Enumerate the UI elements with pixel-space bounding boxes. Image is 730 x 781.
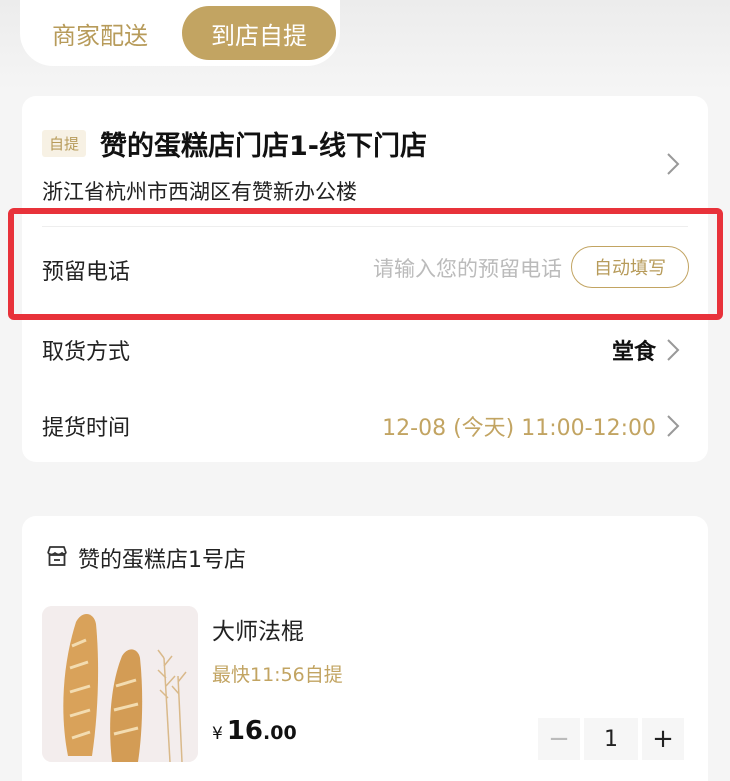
pickup-method-label: 取货方式 (42, 340, 131, 365)
pickup-time-label: 提货时间 (42, 416, 131, 441)
product-image[interactable] (42, 606, 198, 762)
reserved-phone-input[interactable] (322, 252, 562, 286)
delivery-mode-tabs: 商家配送 到店自提 (20, 0, 340, 66)
tab-merchant-delivery[interactable]: 商家配送 (20, 6, 180, 60)
pickup-tag: 自提 (42, 130, 87, 157)
autofill-button[interactable]: 自动填写 (571, 246, 689, 288)
pickup-time-value: 12-08 (今天) 11:00-12:00 (382, 416, 656, 441)
store-icon (46, 545, 68, 571)
shop-header: 赞的蛋糕店1号店 (46, 542, 246, 574)
pickup-time-row[interactable]: 提货时间 12-08 (今天) 11:00-12:00 (22, 394, 708, 454)
quantity-stepper: − 1 + (538, 718, 684, 760)
currency-symbol: ¥ (212, 724, 223, 744)
product-name: 大师法棍 (212, 619, 304, 645)
shop-name: 赞的蛋糕店1号店 (78, 548, 246, 573)
chevron-right-icon[interactable] (666, 338, 680, 366)
reserved-phone-label: 预留电话 (42, 260, 131, 285)
chevron-right-icon[interactable] (666, 152, 680, 180)
store-name: 赞的蛋糕店门店1-线下门店 (100, 131, 428, 162)
store-header[interactable]: 自提 赞的蛋糕店门店1-线下门店 (42, 124, 427, 163)
chevron-right-icon[interactable] (666, 414, 680, 442)
store-address: 浙江省杭州市西湖区有赞新办公楼 (42, 180, 357, 204)
reserved-phone-row: 预留电话 自动填写 (22, 238, 708, 298)
price-decimal: .00 (263, 722, 297, 744)
product-price: ¥ 16 .00 (212, 716, 297, 746)
divider (42, 226, 688, 227)
pickup-method-row[interactable]: 取货方式 堂食 (22, 318, 708, 378)
order-items-card: 赞的蛋糕店1号店 大师法棍 最快11:56自提 ¥ 16 .00 − 1 + (22, 516, 708, 781)
increase-quantity-button[interactable]: + (642, 718, 684, 760)
product-pickup-eta: 最快11:56自提 (212, 664, 343, 686)
quantity-value[interactable]: 1 (584, 718, 638, 760)
pickup-method-value: 堂食 (611, 340, 656, 365)
price-integer: 16 (226, 716, 264, 746)
tab-store-pickup[interactable]: 到店自提 (182, 6, 336, 60)
decrease-quantity-button[interactable]: − (538, 718, 580, 760)
pickup-info-card: 自提 赞的蛋糕店门店1-线下门店 浙江省杭州市西湖区有赞新办公楼 预留电话 自动… (22, 96, 708, 462)
